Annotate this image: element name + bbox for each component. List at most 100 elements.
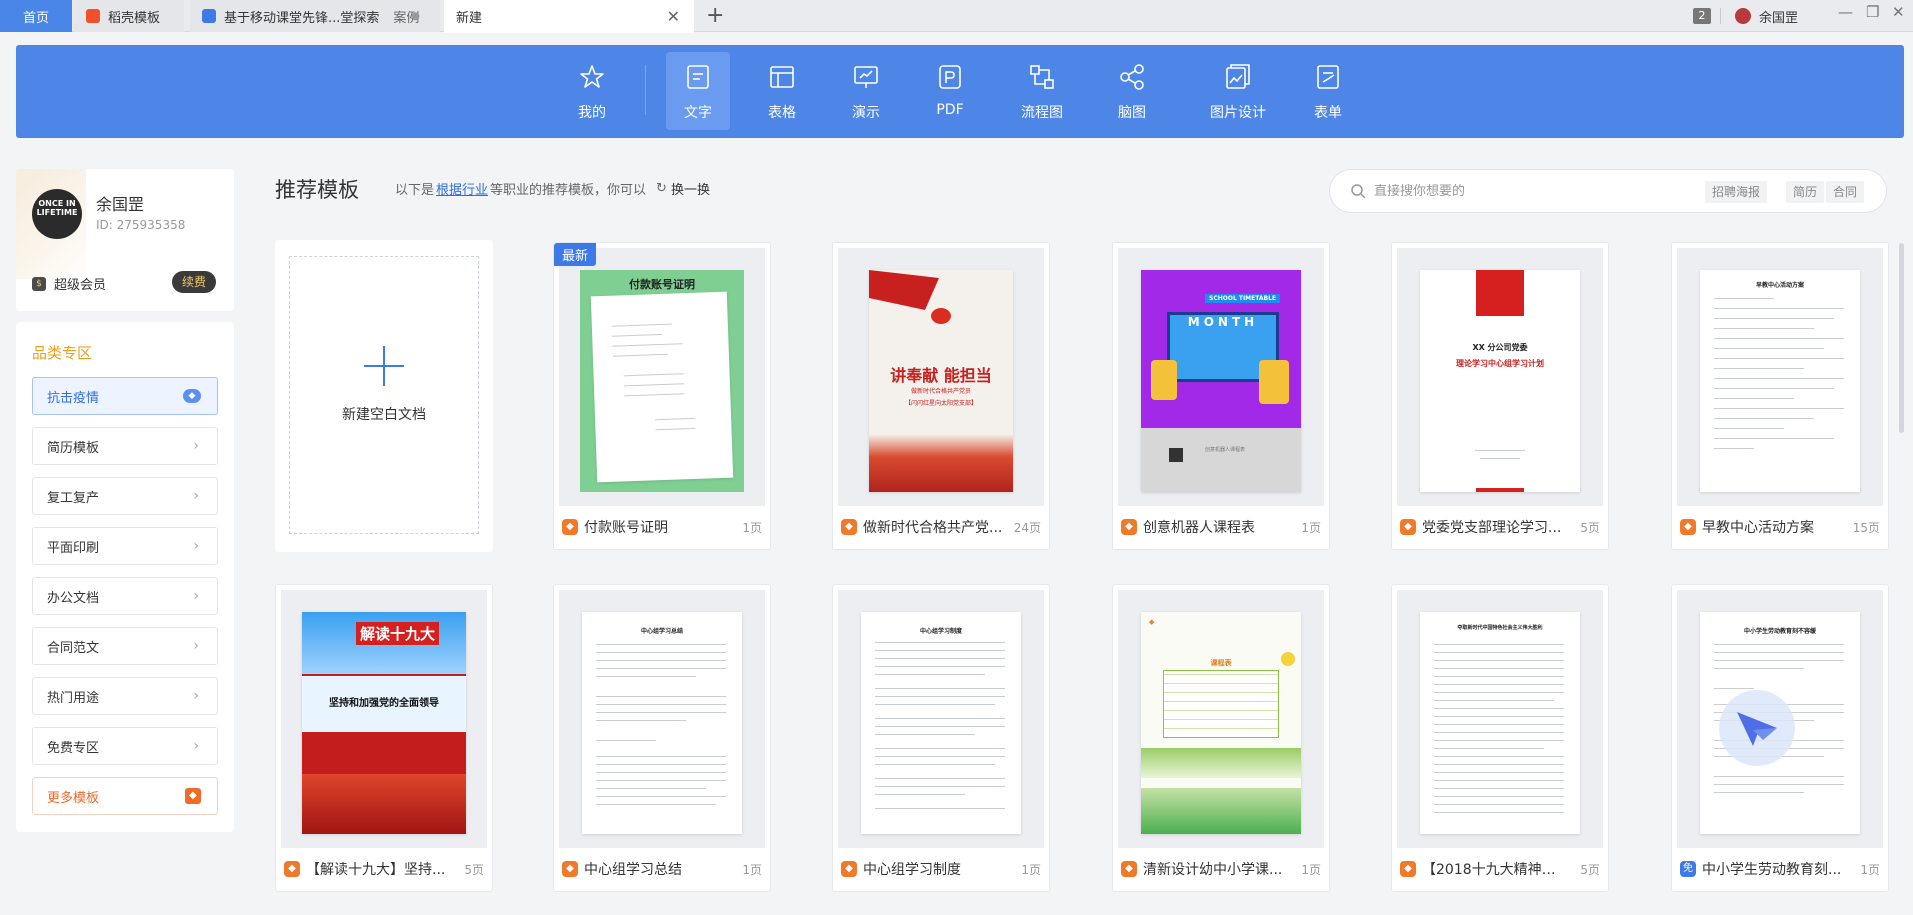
category-panel: 品类专区 抗击疫情 ◆ 简历模板 › 复工复产 › 平面印刷 › 办公文档 › 合同范文… <box>16 322 234 832</box>
template-card[interactable]: 夺取新时代中国特色社会主义伟大胜利 ◆ 【2018十九大精神学... 5页 <box>1391 584 1609 892</box>
search-chip-contract[interactable]: 合同 <box>1826 181 1865 203</box>
template-card[interactable]: SCHOOL TIMETABLE MONTH 创意机器人课程表 ◆ 创意机器人课… <box>1112 242 1330 550</box>
restore-icon[interactable]: ❐ <box>1866 3 1879 21</box>
sun-icon <box>1281 652 1295 666</box>
account-button[interactable]: 余国罡 <box>1735 0 1798 32</box>
flag-shape <box>869 270 939 310</box>
tool-mine[interactable]: 我的 <box>560 52 624 130</box>
page-count: 5页 <box>1580 520 1600 535</box>
tool-label: 表单 <box>1314 105 1342 121</box>
close-window-icon[interactable]: ✕ <box>1892 3 1905 21</box>
tool-spreadsheet[interactable]: 表格 <box>750 52 814 130</box>
tab-docer-templates[interactable]: 稻壳模板 <box>74 0 184 32</box>
category-item-anti-epidemic[interactable]: 抗击疫情 ◆ <box>32 377 218 415</box>
template-name: 中心组学习制度 <box>863 862 961 878</box>
avatar-icon <box>1735 8 1751 24</box>
docer-logo-icon: ◆ <box>1400 519 1416 535</box>
robot-illustration <box>1151 360 1177 400</box>
robot-illustration <box>1259 360 1289 404</box>
party-emblem-icon <box>1476 270 1524 316</box>
refresh-icon: ↻ <box>656 181 667 196</box>
page-count: 1页 <box>742 520 762 535</box>
tab-home[interactable]: 首页 <box>0 0 72 32</box>
thumb-title: 解读十九大 <box>356 622 440 645</box>
tool-label: 脑图 <box>1118 105 1146 121</box>
category-item-return-to-work[interactable]: 复工复产 › <box>32 477 218 515</box>
thumb-page: 解读十九大 坚持和加强党的全面领导 <box>302 612 466 834</box>
search-chip-resume[interactable]: 简历 <box>1786 181 1825 203</box>
thumb-page: SCHOOL TIMETABLE MONTH 创意机器人课程表 <box>1141 270 1301 492</box>
category-item-resume[interactable]: 简历模板 › <box>32 427 218 465</box>
template-card[interactable]: 中心组学习制度 ◆ 中心组学习制度 1页 <box>832 584 1050 892</box>
tab-new[interactable]: 新建 ✕ <box>444 0 694 33</box>
card-footer: ◆ 付款账号证明 1页 <box>562 515 762 539</box>
page-count: 1页 <box>1301 520 1321 535</box>
tab-bar: 首页 稻壳模板 基于移动课堂先锋...堂探索 案例 ● 新建 ✕ + 2 余国罡… <box>0 0 1913 33</box>
template-thumbnail: 讲奉献 能担当 做新时代合格共产党员 【闪闪红星向太阳党支部】 <box>838 248 1044 506</box>
tool-image-design[interactable]: 图片设计 <box>1198 52 1278 130</box>
assistant-bird-icon[interactable] <box>1719 690 1795 766</box>
presentation-icon <box>854 66 878 88</box>
card-footer: ◆ 党委党支部理论学习... 5页 <box>1400 515 1600 539</box>
category-item-print[interactable]: 平面印刷 › <box>32 527 218 565</box>
template-card[interactable]: 讲奉献 能担当 做新时代合格共产党员 【闪闪红星向太阳党支部】 ◆ 做新时代合格… <box>832 242 1050 550</box>
template-name: 【解读十九大】坚持... <box>306 862 446 878</box>
tool-document[interactable]: 文字 <box>666 52 730 130</box>
search-chip-poster[interactable]: 招聘海报 <box>1705 181 1768 203</box>
card-footer: ◆ 做新时代合格共产党... 24页 <box>841 515 1041 539</box>
new-blank-document[interactable]: 新建空白文档 <box>275 240 493 552</box>
add-tab-button[interactable]: + <box>706 3 724 28</box>
template-thumbnail: 夺取新时代中国特色社会主义伟大胜利 <box>1397 590 1603 848</box>
thumb-title: 讲奉献 能担当 <box>890 366 992 385</box>
tool-form[interactable]: 表单 <box>1296 52 1360 130</box>
industry-link[interactable]: 根据行业 <box>436 179 488 198</box>
avatar[interactable]: ONCE IN LIFETIME <box>32 189 82 239</box>
emblem-icon <box>931 308 951 324</box>
thumb-subtitle: 理论学习中心组学习计划 <box>1456 359 1544 368</box>
tool-mindmap[interactable]: 脑图 <box>1100 52 1164 130</box>
page-count: 5页 <box>464 862 484 877</box>
user-name: 余国罡 <box>96 195 145 214</box>
new-badge: 最新 <box>554 243 597 266</box>
card-footer: ◆ 中心组学习总结 1页 <box>562 857 762 881</box>
template-thumbnail: 中心组学习制度 <box>838 590 1044 848</box>
qr-code-icon <box>1169 448 1183 462</box>
tool-presentation[interactable]: 演示 <box>834 52 898 130</box>
category-item-contract[interactable]: 合同范文 › <box>32 627 218 665</box>
renew-button[interactable]: 续费 <box>172 271 216 293</box>
search-input[interactable] <box>1374 183 1694 199</box>
category-item-office[interactable]: 办公文档 › <box>32 577 218 615</box>
refresh-button[interactable]: ↻ 换一换 <box>656 179 710 198</box>
tool-flowchart[interactable]: 流程图 <box>1010 52 1074 130</box>
bird-icon <box>1737 712 1777 746</box>
thumb-title: 夺取新时代中国特色社会主义伟大胜利 <box>1457 625 1543 631</box>
tiananmen-illustration <box>302 774 466 834</box>
more-templates-button[interactable]: 更多模板 ◆ <box>32 777 218 815</box>
template-name: 党委党支部理论学习... <box>1422 520 1562 536</box>
category-item-popular[interactable]: 热门用途 › <box>32 677 218 715</box>
template-card[interactable]: 早教中心活动方案 ◆ 早教中心活动方案 15页 <box>1671 242 1889 550</box>
window-count-badge[interactable]: 2 <box>1693 0 1711 32</box>
template-card[interactable]: 付款账号证明 最新 ◆ 付款账号证明 1页 <box>553 242 771 550</box>
page-count: 1页 <box>1301 862 1321 877</box>
close-tab-icon[interactable]: ✕ <box>667 7 680 26</box>
template-search: 招聘海报 简历 合同 <box>1329 169 1887 213</box>
scrollbar[interactable] <box>1899 243 1904 433</box>
template-card[interactable]: 中小学生劳动教育刻不容缓 免 中小学生劳动教育刻... 1页 <box>1671 584 1889 892</box>
page-title: 推荐模板 <box>275 178 359 202</box>
tool-pdf[interactable]: PDF <box>918 52 982 130</box>
minimize-icon[interactable]: — <box>1838 3 1853 21</box>
thumb-badge: SCHOOL TIMETABLE <box>1205 294 1281 303</box>
template-card[interactable]: XX 分公司党委 理论学习中心组学习计划 ◆ 党委党支部理论学习... 5页 <box>1391 242 1609 550</box>
category-item-free[interactable]: 免费专区 › <box>32 727 218 765</box>
template-name: 【2018十九大精神学... <box>1422 862 1562 878</box>
docer-logo-icon: ◆ <box>1121 519 1137 535</box>
tiananmen-illustration <box>869 434 1013 492</box>
template-card[interactable]: 中心组学习总结 ◆ 中心组学习总结 1页 <box>553 584 771 892</box>
free-badge-icon: 免 <box>1680 861 1696 877</box>
template-card[interactable]: ◆ 课程表 ◆ 清新设计幼中小学课... 1页 <box>1112 584 1330 892</box>
template-card[interactable]: 解读十九大 坚持和加强党的全面领导 ◆ 【解读十九大】坚持... 5页 <box>275 584 493 892</box>
chevron-right-icon: › <box>193 488 199 504</box>
tab-document[interactable]: 基于移动课堂先锋...堂探索 案例 ● <box>190 0 440 32</box>
template-thumbnail: 早教中心活动方案 <box>1677 248 1883 506</box>
